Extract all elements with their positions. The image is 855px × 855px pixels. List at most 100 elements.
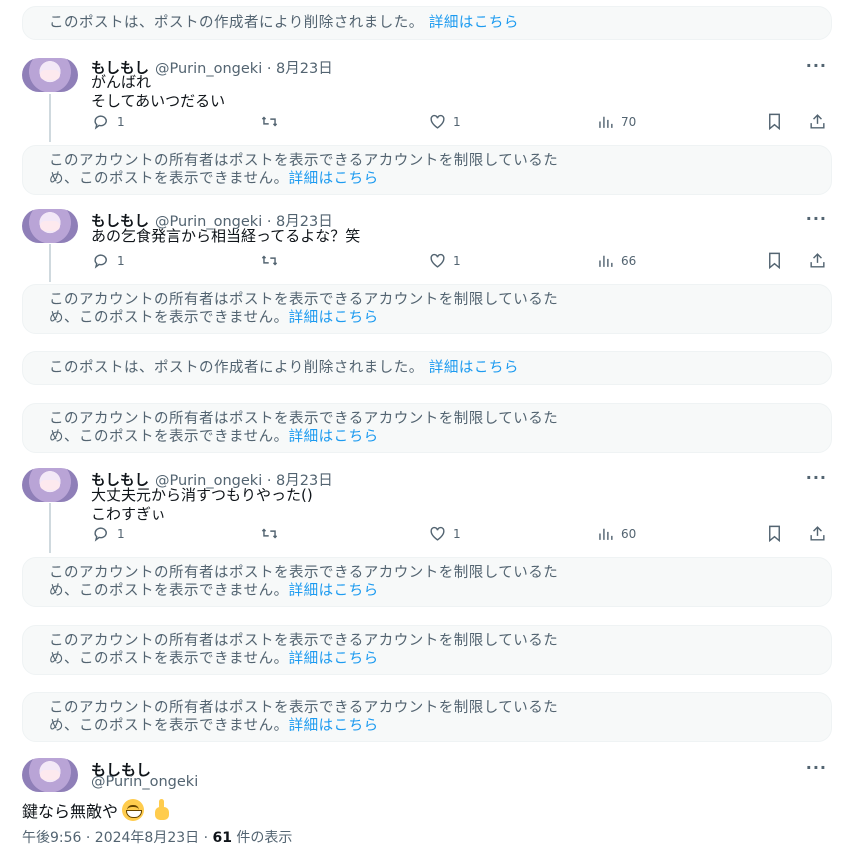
notice-text: このアカウントの所有者はポストを表示できるアカウントを制限しているた	[49, 411, 559, 427]
notice-text: め、このポストを表示できません。	[49, 171, 289, 187]
like-count: 1	[453, 526, 461, 541]
tweet-text-line: あの乞食発言から相当経ってるよな？笑	[91, 227, 361, 245]
more-icon[interactable]: ···	[806, 758, 827, 777]
repost-icon	[261, 116, 278, 127]
reply-count: 1	[117, 114, 125, 129]
share-button[interactable]	[808, 524, 827, 543]
views-icon	[599, 116, 613, 128]
notice-text: このポストは、ポストの作成者により削除されました。	[49, 15, 424, 31]
heart-icon	[430, 253, 445, 268]
learn-more-link[interactable]: 詳細はこちら	[289, 171, 379, 187]
restricted-post-notice: このアカウントの所有者はポストを表示できるアカウントを制限しているた め、このポ…	[22, 145, 832, 195]
like-button[interactable]: 1	[428, 112, 461, 131]
heart-icon	[430, 114, 445, 129]
restricted-post-notice: このアカウントの所有者はポストを表示できるアカウントを制限しているた め、このポ…	[22, 284, 832, 334]
reply-button[interactable]: 1	[92, 251, 125, 270]
timestamp[interactable]: 午後9:56 · 2024年8月23日 ·	[22, 830, 213, 846]
views-button[interactable]: 70	[596, 112, 636, 131]
view-count: 61	[212, 830, 232, 846]
notice-text: め、このポストを表示できません。	[49, 718, 289, 734]
learn-more-link[interactable]: 詳細はこちら	[289, 583, 379, 599]
repost-button[interactable]	[260, 524, 279, 543]
notice-text: このアカウントの所有者はポストを表示できるアカウントを制限しているた	[49, 565, 559, 581]
tweet-actions: 1 1 66	[92, 251, 832, 271]
avatar[interactable]	[22, 758, 78, 792]
notice-text: め、このポストを表示できません。	[49, 651, 289, 667]
reply-count: 1	[117, 253, 125, 268]
deleted-post-notice: このポストは、ポストの作成者により削除されました。 詳細はこちら	[22, 351, 832, 385]
share-icon	[810, 253, 825, 268]
views-button[interactable]: 60	[596, 524, 636, 543]
reply-icon	[94, 115, 107, 130]
views-button[interactable]: 66	[596, 251, 636, 270]
notice-text: め、このポストを表示できません。	[49, 429, 289, 445]
restricted-post-notice: このアカウントの所有者はポストを表示できるアカウントを制限しているた め、このポ…	[22, 403, 832, 453]
learn-more-link[interactable]: 詳細はこちら	[289, 718, 379, 734]
reply-icon	[94, 254, 107, 269]
thread-line	[49, 94, 51, 142]
learn-more-link[interactable]: 詳細はこちら	[429, 360, 519, 376]
tweet-actions: 1 1 70	[92, 112, 832, 132]
learn-more-link[interactable]: 詳細はこちら	[429, 15, 519, 31]
notice-text: このアカウントの所有者はポストを表示できるアカウントを制限しているた	[49, 700, 559, 716]
tweet-text: 大丈夫元から消すつもりやった() こわすぎぃ	[91, 486, 313, 524]
notice-text: め、このポストを表示できません。	[49, 583, 289, 599]
share-button[interactable]	[808, 251, 827, 270]
learn-more-link[interactable]: 詳細はこちら	[289, 651, 379, 667]
notice-text: このアカウントの所有者はポストを表示できるアカウントを制限しているた	[49, 153, 559, 169]
repost-icon	[261, 528, 278, 539]
notice-text: このアカウントの所有者はポストを表示できるアカウントを制限しているた	[49, 292, 559, 308]
learn-more-link[interactable]: 詳細はこちら	[289, 429, 379, 445]
notice-text: このポストは、ポストの作成者により削除されました。	[49, 360, 424, 376]
more-icon[interactable]: ···	[806, 209, 827, 228]
restricted-post-notice: このアカウントの所有者はポストを表示できるアカウントを制限しているた め、このポ…	[22, 692, 832, 742]
share-button[interactable]	[808, 112, 827, 131]
tweet-text: あの乞食発言から相当経ってるよな？笑	[91, 227, 360, 246]
repost-button[interactable]	[260, 251, 279, 270]
pointing-up-hand-icon	[152, 799, 172, 821]
bookmark-icon	[769, 525, 780, 543]
tweet-text: がんばれ そしてあいつだるい	[91, 73, 225, 111]
repost-icon	[261, 255, 278, 266]
tweet-actions: 1 1 60	[92, 524, 832, 544]
handle[interactable]: @Purin_ongeki	[91, 774, 198, 790]
avatar[interactable]	[22, 468, 78, 502]
more-icon[interactable]: ···	[806, 468, 827, 487]
reply-icon	[94, 527, 107, 542]
like-button[interactable]: 1	[428, 251, 461, 270]
view-count: 70	[621, 114, 637, 129]
tweet-text-line: 大丈夫元から消すつもりやった()	[91, 486, 313, 504]
avatar[interactable]	[22, 209, 78, 243]
tweet-meta: 午後9:56 · 2024年8月23日 · 61 件の表示	[22, 827, 292, 847]
tweet-text-line: がんばれ	[91, 73, 152, 91]
like-count: 1	[453, 114, 461, 129]
deleted-post-notice: このポストは、ポストの作成者により削除されました。 詳細はこちら	[22, 6, 832, 40]
bookmark-icon	[769, 252, 780, 270]
bookmark-button[interactable]	[765, 251, 784, 270]
thread-line	[49, 503, 51, 553]
grinning-face-icon	[122, 799, 145, 821]
bookmark-button[interactable]	[765, 112, 784, 131]
more-icon[interactable]: ···	[806, 56, 827, 75]
notice-text: このアカウントの所有者はポストを表示できるアカウントを制限しているた	[49, 633, 559, 649]
bookmark-button[interactable]	[765, 524, 784, 543]
reply-button[interactable]: 1	[92, 112, 125, 131]
like-button[interactable]: 1	[428, 524, 461, 543]
share-icon	[810, 526, 825, 541]
repost-button[interactable]	[260, 112, 279, 131]
view-count: 66	[621, 253, 637, 268]
reply-button[interactable]: 1	[92, 524, 125, 543]
like-count: 1	[453, 253, 461, 268]
restricted-post-notice: このアカウントの所有者はポストを表示できるアカウントを制限しているた め、このポ…	[22, 557, 832, 607]
tweet-text-line: そしてあいつだるい	[91, 92, 226, 110]
views-icon	[599, 528, 613, 540]
tweet-text-content: 鍵なら無敵や	[22, 802, 119, 821]
reply-count: 1	[117, 526, 125, 541]
learn-more-link[interactable]: 詳細はこちら	[289, 310, 379, 326]
notice-text: め、このポストを表示できません。	[49, 310, 289, 326]
restricted-post-notice: このアカウントの所有者はポストを表示できるアカウントを制限しているた め、このポ…	[22, 625, 832, 675]
share-icon	[810, 114, 825, 129]
bookmark-icon	[769, 113, 780, 131]
avatar[interactable]	[22, 58, 78, 92]
heart-icon	[430, 526, 445, 541]
